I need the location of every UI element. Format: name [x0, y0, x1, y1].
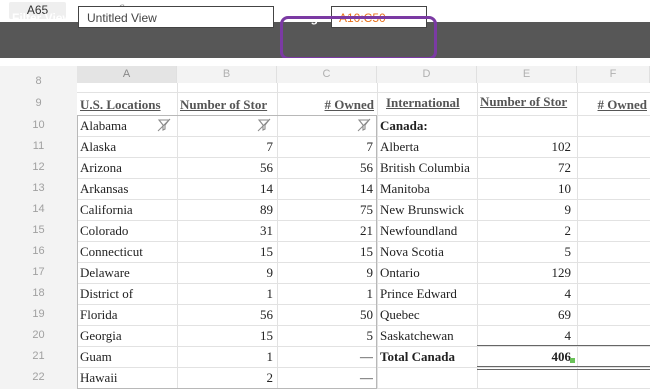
intl-stores-cell[interactable]: 2: [477, 220, 572, 241]
intl-stores-cell[interactable]: 406: [477, 346, 572, 367]
filter-view-name-input[interactable]: Untitled View: [78, 6, 274, 28]
row-number[interactable]: 22: [0, 367, 77, 388]
row-number[interactable]: 15: [0, 220, 77, 241]
row-number[interactable]: 13: [0, 178, 77, 199]
total-bottom-border: [477, 366, 650, 367]
intl-stores-cell[interactable]: 69: [477, 304, 571, 325]
total-top-border: [477, 345, 650, 346]
intl-location-cell[interactable]: Alberta: [380, 136, 476, 157]
row-number[interactable]: 20: [0, 325, 77, 346]
row-number[interactable]: 16: [0, 241, 77, 262]
column-title-b: Number of Stor: [180, 97, 268, 112]
intl-location-cell[interactable]: Canada:: [380, 115, 476, 136]
filter-range-outline: [77, 115, 377, 389]
row-number[interactable]: 8: [0, 76, 77, 87]
column-divider: [577, 83, 578, 389]
intl-location-cell[interactable]: Quebec: [380, 304, 476, 325]
intl-stores-cell[interactable]: 129: [477, 262, 572, 283]
intl-location-cell[interactable]: Manitoba: [380, 178, 476, 199]
column-header-a[interactable]: A: [77, 66, 177, 83]
intl-stores-cell[interactable]: 72: [477, 157, 571, 178]
intl-location-cell[interactable]: Total Canada: [380, 346, 476, 367]
intl-location-cell[interactable]: British Columbia: [380, 157, 476, 178]
range-highlight-outline: [280, 16, 437, 60]
intl-stores-cell[interactable]: [477, 115, 571, 136]
intl-stores-cell[interactable]: 102: [477, 136, 572, 157]
row-number[interactable]: 21: [0, 346, 77, 367]
row-number[interactable]: 10: [0, 115, 77, 136]
fill-handle[interactable]: [570, 358, 575, 363]
intl-stores-cell[interactable]: 5: [477, 241, 572, 262]
column-title-d: International: [386, 95, 460, 110]
column-header-c[interactable]: C: [277, 66, 377, 83]
column-title-e: Number of Stor: [480, 94, 568, 109]
intl-location-cell[interactable]: Nova Scotia: [380, 241, 476, 262]
intl-location-cell[interactable]: Newfoundland: [380, 220, 476, 241]
intl-location-cell[interactable]: Saskatchewan: [380, 325, 476, 346]
intl-stores-cell[interactable]: 10: [477, 178, 571, 199]
column-title-f: # Owned: [597, 97, 647, 112]
column-title-c: # Owned: [324, 97, 374, 112]
column-header-b[interactable]: B: [177, 66, 277, 83]
filter-view-label: Filter View: [12, 11, 72, 25]
column-title-a: U.S. Locations: [80, 97, 161, 112]
row-number[interactable]: 18: [0, 283, 77, 304]
row-number[interactable]: 11: [0, 136, 77, 157]
column-divider: [377, 83, 378, 389]
intl-location-cell[interactable]: Ontario: [380, 262, 476, 283]
row-number[interactable]: 14: [0, 199, 77, 220]
row-number[interactable]: 17: [0, 262, 77, 283]
row-number[interactable]: 9: [0, 92, 77, 115]
intl-stores-cell[interactable]: 4: [477, 283, 572, 304]
column-header-d[interactable]: D: [377, 66, 477, 83]
intl-location-cell[interactable]: New Brunswick: [380, 199, 476, 220]
intl-stores-cell[interactable]: 9: [477, 199, 572, 220]
row-number[interactable]: 19: [0, 304, 77, 325]
total-bottom-border: [477, 369, 650, 370]
intl-stores-cell[interactable]: 4: [477, 325, 572, 346]
column-header-f[interactable]: F: [577, 66, 650, 83]
intl-location-cell[interactable]: Prince Edward: [380, 283, 476, 304]
row-number[interactable]: 12: [0, 157, 77, 178]
column-header-e[interactable]: E: [477, 66, 577, 83]
